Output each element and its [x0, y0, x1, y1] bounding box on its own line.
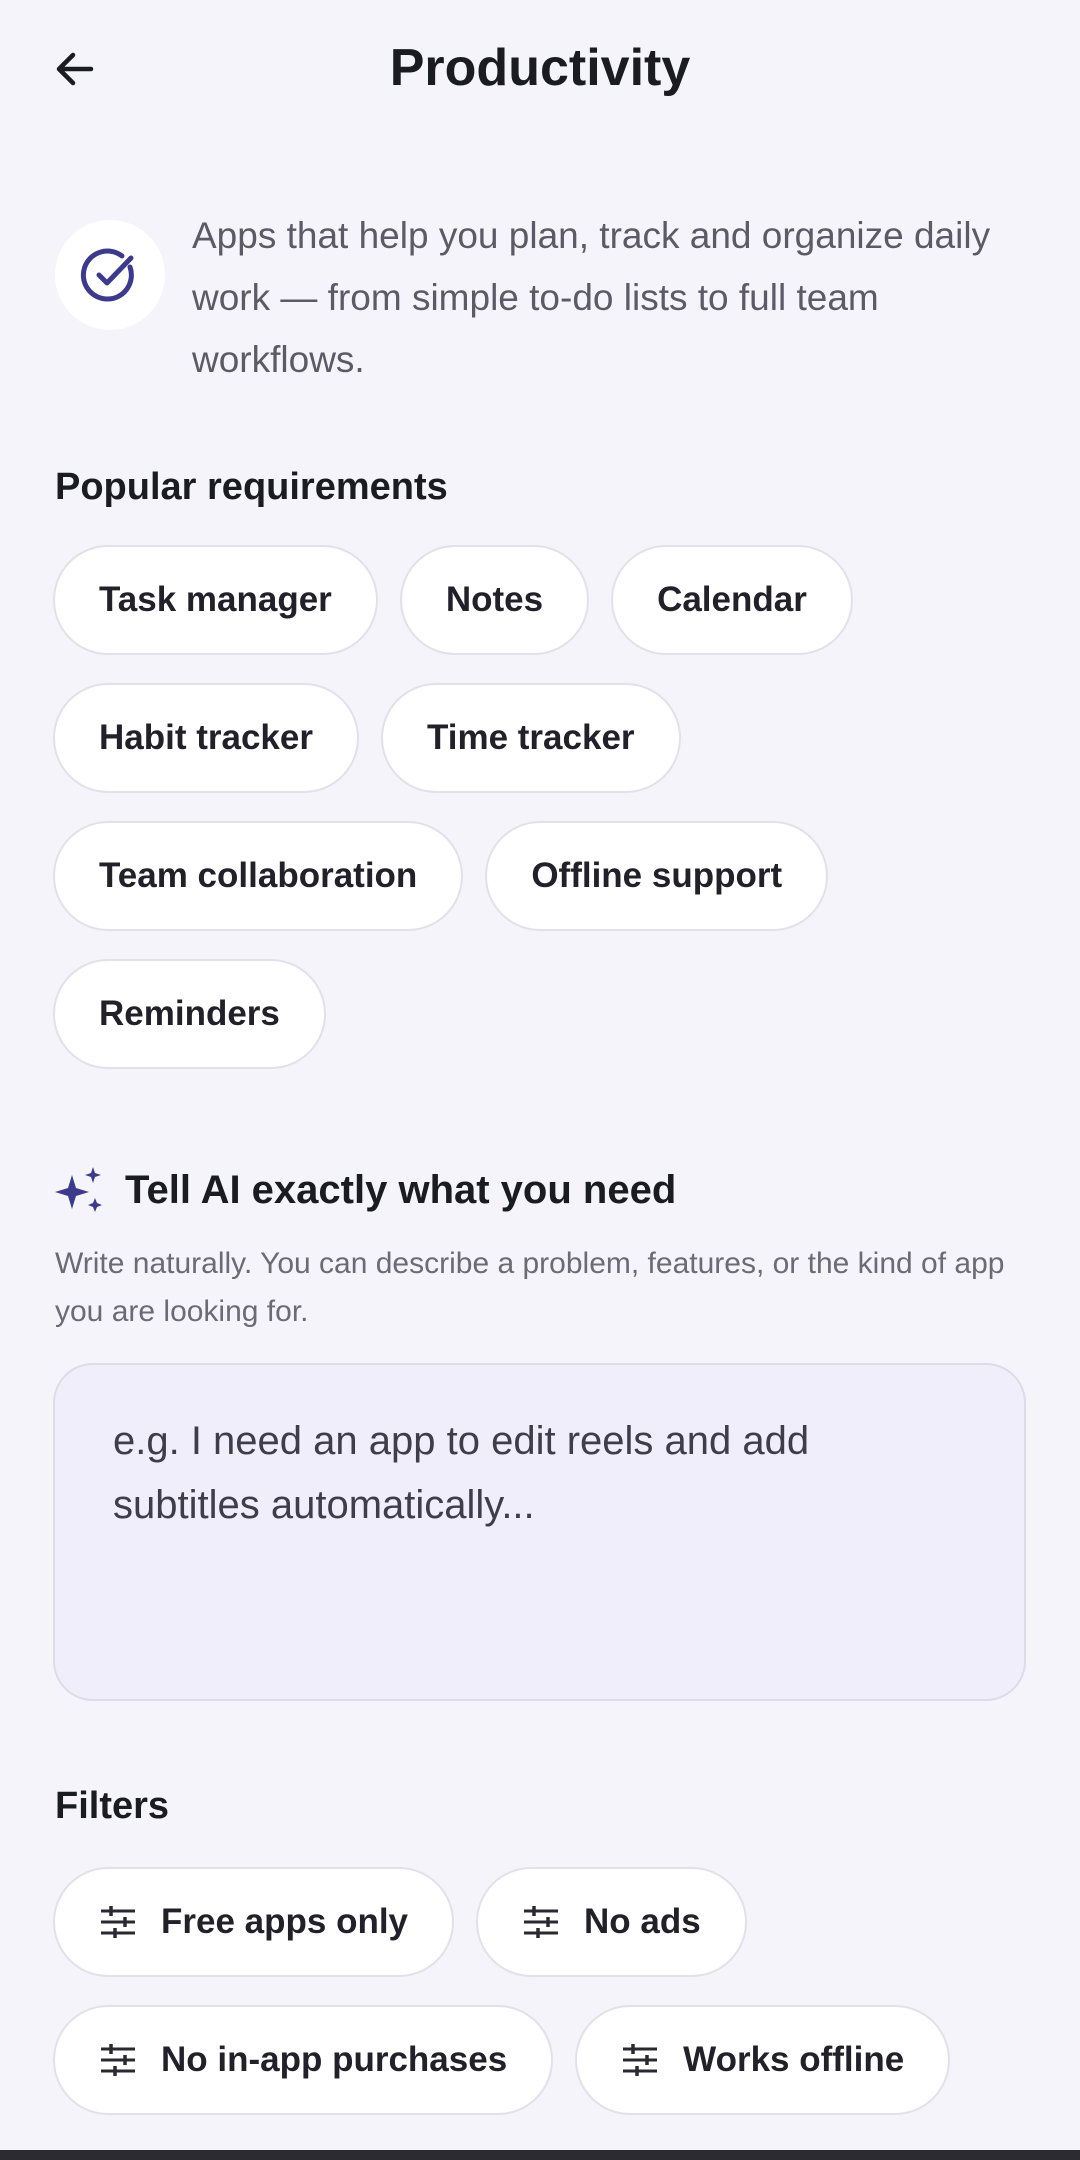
filter-label: No ads [584, 1902, 701, 1941]
filter-no-ads[interactable]: No ads [476, 1867, 747, 1977]
page-title: Productivity [389, 39, 691, 97]
tune-icon [99, 1906, 137, 1938]
tune-icon [522, 1906, 560, 1938]
chip-calendar[interactable]: Calendar [611, 545, 853, 655]
tune-icon [621, 2044, 659, 2076]
screen-bottom-edge [0, 2150, 1080, 2160]
chip-task-manager[interactable]: Task manager [53, 545, 378, 655]
intro-icon-badge [55, 220, 165, 330]
ai-section-header: Tell AI exactly what you need [55, 1162, 676, 1218]
chip-habit-tracker[interactable]: Habit tracker [53, 683, 359, 793]
sparkle-icon [55, 1167, 102, 1212]
chip-time-tracker[interactable]: Time tracker [380, 683, 681, 793]
filter-works-offline[interactable]: Works offline [575, 2005, 951, 2115]
filter-free-apps-only[interactable]: Free apps only [53, 1867, 455, 1977]
category-description: Apps that help you plan, track and organ… [192, 215, 991, 380]
ai-section-title: Tell AI exactly what you need [125, 1168, 677, 1212]
app-bar: Productivity [0, 0, 1080, 136]
check-circle-icon [80, 248, 134, 302]
requirements-chip-group: Task manager Notes Calendar Habit tracke… [53, 545, 1043, 1069]
chip-notes[interactable]: Notes [399, 545, 590, 655]
chip-offline-support[interactable]: Offline support [485, 821, 829, 931]
filter-label: No in-app purchases [161, 2040, 508, 2079]
ai-helper-text: Write naturally. You can describe a prob… [55, 1247, 1005, 1328]
filters-title: Filters [55, 1785, 170, 1827]
ai-request-input[interactable]: e.g. I need an app to edit reels and add… [53, 1363, 1026, 1701]
requirements-title: Popular requirements [55, 466, 448, 508]
filters-chip-group: Free apps only No ads No in-app purchase… [53, 1867, 1043, 2115]
chip-reminders[interactable]: Reminders [53, 959, 326, 1069]
chip-team-collaboration[interactable]: Team collaboration [53, 821, 464, 931]
filter-no-in-app-purchases[interactable]: No in-app purchases [53, 2005, 554, 2115]
filter-label: Works offline [683, 2040, 905, 2079]
tune-icon [99, 2044, 137, 2076]
filter-label: Free apps only [161, 1902, 409, 1941]
